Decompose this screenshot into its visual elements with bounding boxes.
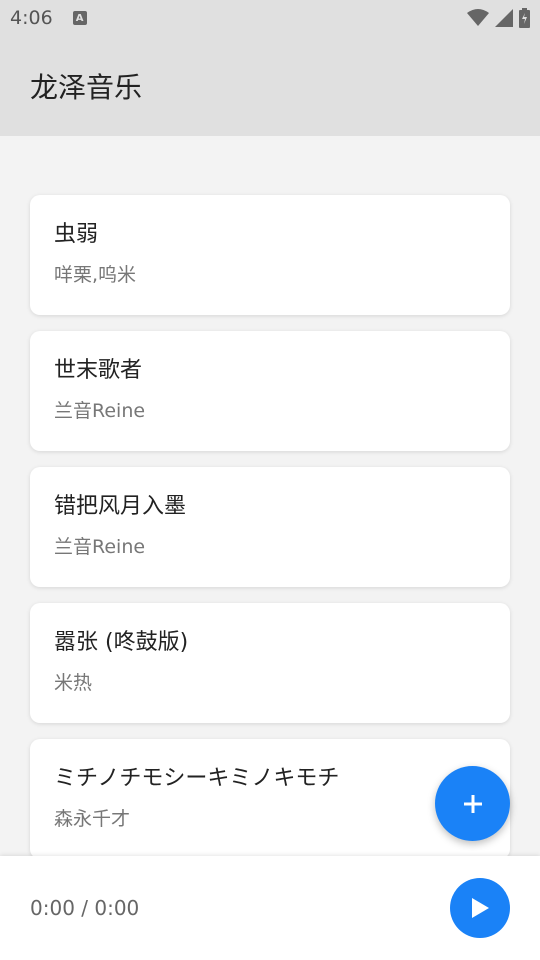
song-card[interactable]: 虫弱 咩栗,呜米 <box>30 195 510 315</box>
song-title: 世末歌者 <box>54 358 143 383</box>
song-card[interactable]: 世末歌者 兰音Reine <box>30 331 510 451</box>
plus-icon <box>463 794 482 813</box>
player-bar: 0:00 / 0:00 <box>0 856 540 960</box>
add-song-button[interactable] <box>435 766 510 841</box>
song-artist: 兰音Reine <box>54 400 146 422</box>
song-artist: 咩栗,呜米 <box>54 264 137 286</box>
notification-a-icon: A <box>72 11 87 25</box>
app-bar: 龙泽音乐 <box>0 36 540 136</box>
status-icons <box>467 8 530 28</box>
song-card[interactable]: 错把风月入墨 兰音Reine <box>30 467 510 587</box>
status-left: 4:06 A <box>10 7 87 29</box>
status-time: 4:06 <box>10 7 53 29</box>
song-artist: 兰音Reine <box>54 536 146 558</box>
song-artist: 米热 <box>54 672 93 694</box>
song-card[interactable]: 嚣张 (咚鼓版) 米热 <box>30 603 510 723</box>
app-title: 龙泽音乐 <box>30 71 143 104</box>
status-bar: 4:06 A <box>0 0 540 36</box>
play-button[interactable] <box>450 878 510 938</box>
song-title: 嚣张 (咚鼓版) <box>54 630 189 655</box>
battery-icon <box>519 8 530 28</box>
cell-signal-icon <box>495 9 513 27</box>
song-artist: 森永千才 <box>54 808 131 830</box>
playback-time: 0:00 / 0:00 <box>30 896 140 920</box>
wifi-icon <box>467 9 489 26</box>
play-icon <box>472 898 489 918</box>
song-title: 错把风月入墨 <box>54 494 187 519</box>
song-list: 虫弱 咩栗,呜米 世末歌者 兰音Reine 错把风月入墨 兰音Reine 嚣张 … <box>30 195 510 875</box>
song-title: 虫弱 <box>54 222 99 247</box>
song-title: ミチノチモシーキミノキモチ <box>54 766 340 791</box>
